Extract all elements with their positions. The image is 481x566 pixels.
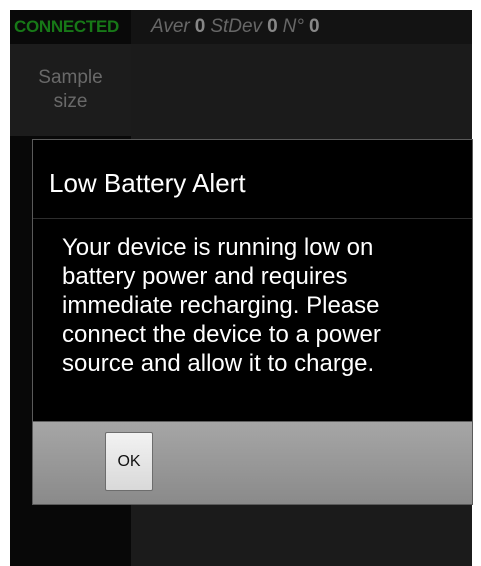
app-screen: CONNECTED Aver 0 StDev 0 N° 0 Sample siz… xyxy=(10,10,473,566)
title-divider xyxy=(33,218,472,219)
low-battery-dialog: Low Battery Alert Your device is running… xyxy=(32,139,473,505)
dialog-button-bar: OK xyxy=(33,421,472,504)
dialog-message: Your device is running low on battery po… xyxy=(62,234,381,377)
dialog-title: Low Battery Alert xyxy=(49,168,246,198)
ok-button[interactable]: OK xyxy=(105,432,153,491)
